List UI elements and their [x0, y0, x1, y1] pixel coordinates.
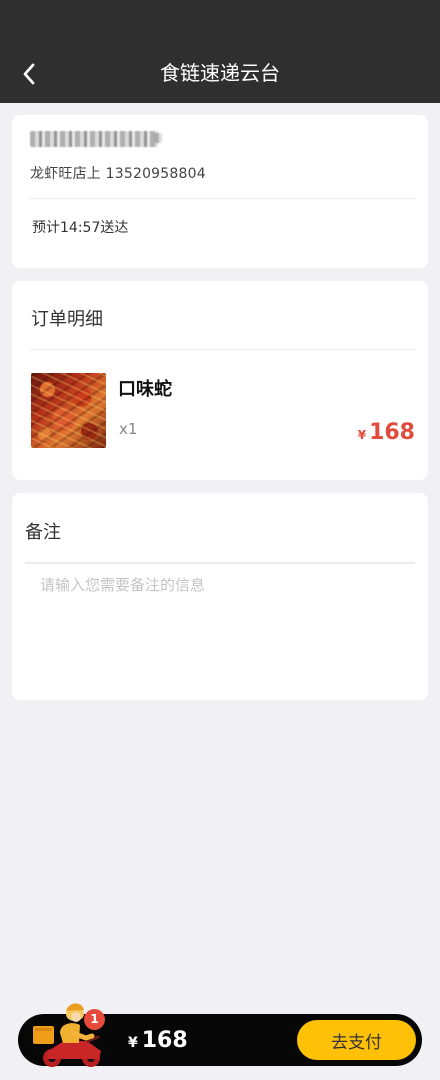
delivery-courier-icon	[33, 1003, 101, 1067]
redacted-address-text	[30, 131, 158, 147]
cart-badge: 1	[84, 1009, 105, 1030]
currency-symbol: ¥	[357, 428, 367, 442]
order-details-title: 订单明细	[31, 309, 103, 330]
divider	[30, 198, 415, 199]
divider	[30, 349, 415, 350]
estimated-delivery-time: 预计14:57送达	[32, 220, 129, 236]
pay-button[interactable]: 去支付	[297, 1020, 416, 1060]
page-title: 食链速递云台	[160, 61, 280, 85]
food-quantity: x1	[119, 420, 138, 438]
price-value: 168	[369, 420, 415, 445]
delivery-address-card[interactable]: 龙虾旺店上 13520958804 预计14:57送达	[12, 115, 428, 268]
remark-card: 备注	[12, 493, 428, 700]
address-contact: 龙虾旺店上 13520958804	[30, 166, 206, 182]
food-name: 口味蛇	[118, 379, 172, 400]
total-value: 168	[141, 1028, 188, 1053]
total-currency: ¥	[128, 1035, 138, 1051]
redacted-mark	[154, 133, 162, 143]
food-price: ¥168	[358, 420, 415, 445]
food-image	[31, 373, 106, 448]
remark-input[interactable]	[27, 570, 412, 680]
remark-title: 备注	[25, 522, 61, 543]
total-price: ¥168	[128, 1028, 188, 1053]
remark-divider	[25, 562, 415, 564]
app-header: 食链速递云台	[0, 0, 440, 103]
order-details-card: 订单明细 口味蛇 x1 ¥168	[12, 281, 428, 480]
